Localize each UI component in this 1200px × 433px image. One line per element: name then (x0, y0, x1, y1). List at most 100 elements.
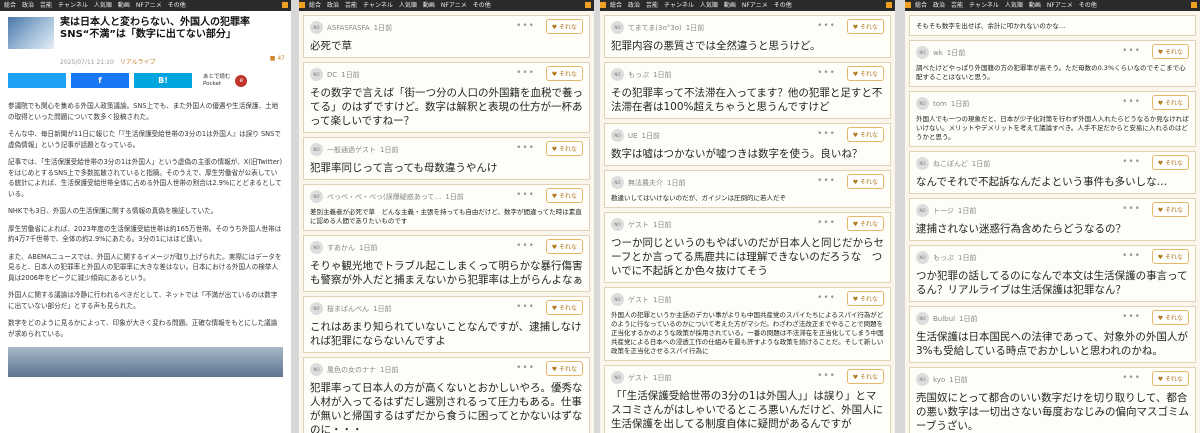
menu-icon[interactable] (905, 2, 911, 8)
facebook-share-button[interactable]: f (71, 73, 129, 88)
avatar[interactable]: NO (611, 176, 624, 189)
sorena-button[interactable]: ♥ それな (1151, 95, 1189, 110)
nav-item[interactable]: 動画 (1029, 2, 1041, 9)
sorena-button[interactable]: ♥ それな (545, 19, 583, 34)
comment-username[interactable]: wk (933, 49, 943, 57)
comment-username[interactable]: 一般通過ゲスト (327, 145, 376, 155)
comment-username[interactable]: ねこぽんど (933, 159, 968, 169)
nav-item[interactable]: チャンネル (363, 2, 393, 9)
more-options-icon[interactable]: ••• (817, 218, 836, 228)
nav-item[interactable]: その他 (473, 2, 491, 9)
avatar[interactable]: NO (611, 293, 624, 306)
nav-item[interactable]: 動画 (423, 2, 435, 9)
menu-icon[interactable] (1191, 2, 1197, 8)
avatar[interactable]: NO (310, 21, 323, 34)
comment-username[interactable]: ぺっぺ・ぺ・ぺっ(誤爆疑惑あって… (327, 192, 441, 202)
more-options-icon[interactable]: ••• (516, 190, 535, 200)
nav-item[interactable]: その他 (1079, 2, 1097, 9)
avatar[interactable]: NO (611, 218, 624, 231)
nav-item[interactable]: 政治 (327, 2, 339, 9)
comment-username[interactable]: 桜まばんべん (327, 304, 369, 314)
avatar[interactable]: NO (310, 302, 323, 315)
more-options-icon[interactable]: ••• (1122, 157, 1141, 167)
nav-item[interactable]: 総合 (915, 2, 927, 9)
hatena-share-button[interactable]: B! (134, 73, 192, 88)
avatar[interactable]: NO (916, 157, 929, 170)
comment-username[interactable]: DC (327, 71, 337, 79)
sorena-button[interactable]: ♥ それな (545, 66, 583, 81)
avatar[interactable]: NO (916, 312, 929, 325)
sorena-button[interactable]: ♥ それな (1151, 249, 1189, 264)
comment-username[interactable]: UE (628, 132, 638, 140)
avatar[interactable]: NO (611, 371, 624, 384)
pocket-icon[interactable]: e (235, 74, 248, 87)
nav-item[interactable]: 政治 (22, 2, 34, 9)
sorena-button[interactable]: ♥ それな (1151, 44, 1189, 59)
avatar[interactable]: NO (916, 97, 929, 110)
menu-icon[interactable] (886, 2, 892, 8)
nav-item[interactable]: 芸能 (951, 2, 963, 9)
avatar[interactable]: NO (310, 143, 323, 156)
comment-username[interactable]: もっぷ (933, 253, 954, 263)
sorena-button[interactable]: ♥ それな (846, 19, 884, 34)
more-options-icon[interactable]: ••• (1122, 97, 1141, 107)
avatar[interactable]: NO (916, 373, 929, 386)
more-options-icon[interactable]: ••• (817, 129, 836, 139)
menu-icon[interactable] (299, 2, 305, 8)
nav-item[interactable]: その他 (168, 2, 186, 9)
sorena-button[interactable]: ♥ それな (545, 300, 583, 315)
more-options-icon[interactable]: ••• (817, 21, 836, 31)
comment-username[interactable]: 無法農夫介 (628, 178, 663, 188)
nav-item[interactable]: 人気順 (94, 2, 112, 9)
nav-item[interactable]: チャンネル (58, 2, 88, 9)
nav-item[interactable]: 総合 (309, 2, 321, 9)
sorena-button[interactable]: ♥ それな (1151, 310, 1189, 325)
comment-username[interactable]: Bulbul (933, 315, 955, 323)
comment-count[interactable]: ■ 47 (270, 55, 285, 62)
more-options-icon[interactable]: ••• (1122, 312, 1141, 322)
menu-icon[interactable] (585, 2, 591, 8)
nav-item[interactable]: 動画 (724, 2, 736, 9)
avatar[interactable]: NO (310, 68, 323, 81)
avatar[interactable]: NO (916, 204, 929, 217)
twitter-share-button[interactable] (8, 73, 66, 88)
more-options-icon[interactable]: ••• (516, 68, 535, 78)
article-source[interactable]: リアルライブ (120, 59, 156, 66)
nav-item[interactable]: その他 (774, 2, 792, 9)
comment-username[interactable]: ASFASFASFA (327, 24, 370, 32)
sorena-button[interactable]: ♥ それな (545, 239, 583, 254)
sorena-button[interactable]: ♥ それな (1151, 371, 1189, 386)
nav-item[interactable]: チャンネル (969, 2, 999, 9)
avatar[interactable]: NO (916, 251, 929, 264)
nav-item[interactable]: 芸能 (345, 2, 357, 9)
avatar[interactable]: NO (310, 363, 323, 376)
more-options-icon[interactable]: ••• (1122, 46, 1141, 56)
nav-item[interactable]: NFアニメ (441, 2, 467, 9)
nav-item[interactable]: NFアニメ (136, 2, 162, 9)
comment-username[interactable]: トージ (933, 206, 954, 216)
sorena-button[interactable]: ♥ それな (846, 291, 884, 306)
avatar[interactable]: NO (310, 241, 323, 254)
more-options-icon[interactable]: ••• (1122, 204, 1141, 214)
menu-icon[interactable] (282, 2, 288, 8)
nav-item[interactable]: 人気順 (399, 2, 417, 9)
nav-item[interactable]: 政治 (628, 2, 640, 9)
nav-item[interactable]: 総合 (4, 2, 16, 9)
nav-item[interactable]: NFアニメ (742, 2, 768, 9)
sorena-button[interactable]: ♥ それな (846, 174, 884, 189)
menu-icon[interactable] (600, 2, 606, 8)
read-later-button[interactable]: あとで読む Pocket (203, 74, 230, 88)
sorena-button[interactable]: ♥ それな (846, 127, 884, 142)
nav-item[interactable]: 芸能 (646, 2, 658, 9)
avatar[interactable]: NO (611, 21, 624, 34)
sorena-button[interactable]: ♥ それな (545, 361, 583, 376)
avatar[interactable]: NO (310, 190, 323, 203)
more-options-icon[interactable]: ••• (1122, 251, 1141, 261)
sorena-button[interactable]: ♥ それな (846, 369, 884, 384)
more-options-icon[interactable]: ••• (516, 241, 535, 251)
avatar[interactable]: NO (611, 129, 624, 142)
more-options-icon[interactable]: ••• (516, 363, 535, 373)
comment-username[interactable]: もっぷ (628, 70, 649, 80)
nav-item[interactable]: 動画 (118, 2, 130, 9)
avatar[interactable]: NO (916, 46, 929, 59)
